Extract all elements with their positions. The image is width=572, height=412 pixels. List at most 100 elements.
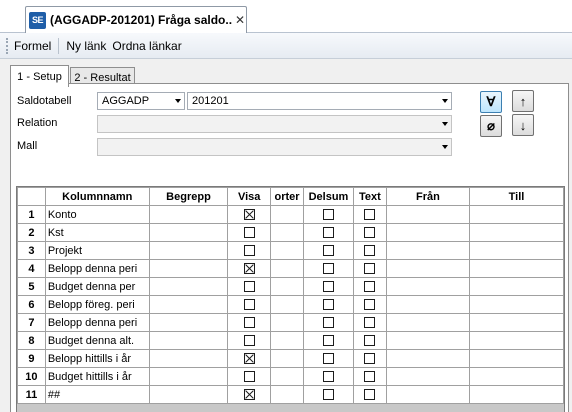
text-checkbox[interactable]	[364, 281, 376, 293]
fran-header[interactable]: Från	[385, 187, 471, 206]
table-row[interactable]: 6 Belopp föreg. peri	[17, 295, 564, 314]
sortering-header[interactable]: orter	[270, 187, 304, 206]
text-checkbox[interactable]	[364, 317, 376, 329]
delsum-checkbox[interactable]	[322, 371, 334, 383]
delsum-checkbox[interactable]	[322, 317, 334, 329]
sortering-cell[interactable]	[270, 331, 304, 350]
delsum-header[interactable]: Delsum	[303, 187, 354, 206]
begrepp-cell[interactable]	[148, 331, 229, 350]
delsum-checkbox[interactable]	[322, 209, 334, 221]
text-header[interactable]: Text	[352, 187, 387, 206]
table-row[interactable]: 2 Kst	[17, 223, 564, 242]
kolumnnamn-cell[interactable]: Konto	[44, 205, 150, 224]
visa-header[interactable]: Visa	[227, 187, 272, 206]
sortering-cell[interactable]	[270, 223, 304, 242]
begrepp-cell[interactable]	[148, 259, 229, 278]
close-icon[interactable]: ✕	[234, 13, 246, 27]
kolumnnamn-cell[interactable]: Kst	[44, 223, 150, 242]
fran-cell[interactable]	[385, 223, 471, 242]
kolumnnamn-cell[interactable]: Budget denna per	[44, 277, 150, 296]
begrepp-cell[interactable]	[148, 205, 229, 224]
text-checkbox[interactable]	[364, 227, 376, 239]
row-number-header[interactable]	[17, 187, 46, 206]
saldotabell-dropdown[interactable]: AGGADP	[97, 92, 185, 110]
sortering-cell[interactable]	[270, 241, 304, 260]
visa-checkbox[interactable]	[243, 389, 255, 401]
till-cell[interactable]	[469, 241, 564, 260]
delsum-checkbox[interactable]	[322, 299, 334, 311]
clear-selection-button[interactable]: ⌀	[480, 115, 502, 137]
sortering-cell[interactable]	[270, 259, 304, 278]
move-down-button[interactable]: ↓	[512, 114, 534, 136]
delsum-checkbox[interactable]	[322, 281, 334, 293]
kolumnnamn-cell[interactable]: Budget denna alt.	[44, 331, 150, 350]
delsum-checkbox[interactable]	[322, 263, 334, 275]
text-checkbox[interactable]	[364, 245, 376, 257]
fran-cell[interactable]	[385, 205, 471, 224]
till-cell[interactable]	[469, 331, 564, 350]
table-row[interactable]: 9 Belopp hittills i år	[17, 349, 564, 368]
till-cell[interactable]	[469, 295, 564, 314]
delsum-checkbox[interactable]	[322, 227, 334, 239]
visa-checkbox[interactable]	[243, 299, 255, 311]
text-checkbox[interactable]	[364, 353, 376, 365]
fran-cell[interactable]	[385, 259, 471, 278]
select-all-button[interactable]: ∀	[480, 91, 502, 113]
delsum-checkbox[interactable]	[322, 389, 334, 401]
fran-cell[interactable]	[385, 331, 471, 350]
kolumnnamn-cell[interactable]: Belopp hittills i år	[44, 349, 150, 368]
till-cell[interactable]	[469, 349, 564, 368]
visa-checkbox[interactable]	[243, 209, 255, 221]
kolumnnamn-cell[interactable]: Belopp denna peri	[44, 313, 150, 332]
till-cell[interactable]	[469, 259, 564, 278]
sortering-cell[interactable]	[270, 349, 304, 368]
begrepp-cell[interactable]	[148, 223, 229, 242]
ny-lank-button[interactable]: Ny länk	[63, 39, 109, 53]
formel-menu[interactable]: Formel	[11, 39, 54, 53]
text-checkbox[interactable]	[364, 209, 376, 221]
relation-dropdown[interactable]	[97, 115, 452, 133]
delsum-checkbox[interactable]	[322, 245, 334, 257]
visa-checkbox[interactable]	[243, 353, 255, 365]
table-row[interactable]: 5 Budget denna per	[17, 277, 564, 296]
till-cell[interactable]	[469, 205, 564, 224]
table-row[interactable]: 7 Belopp denna peri	[17, 313, 564, 332]
fran-cell[interactable]	[385, 367, 471, 386]
text-checkbox[interactable]	[364, 371, 376, 383]
table-row[interactable]: 10 Budget hittills i år	[17, 367, 564, 386]
sortering-cell[interactable]	[270, 205, 304, 224]
kolumnnamn-cell[interactable]: Projekt	[44, 241, 150, 260]
begrepp-cell[interactable]	[148, 367, 229, 386]
till-header[interactable]: Till	[469, 187, 564, 206]
begrepp-cell[interactable]	[148, 313, 229, 332]
table-row[interactable]: 1 Konto	[17, 205, 564, 224]
fran-cell[interactable]	[385, 349, 471, 368]
kolumnnamn-header[interactable]: Kolumnnamn	[44, 187, 150, 206]
begrepp-cell[interactable]	[148, 385, 229, 404]
till-cell[interactable]	[469, 313, 564, 332]
table-row[interactable]: 3 Projekt	[17, 241, 564, 260]
visa-checkbox[interactable]	[243, 245, 255, 257]
begrepp-cell[interactable]	[148, 241, 229, 260]
till-cell[interactable]	[469, 367, 564, 386]
visa-checkbox[interactable]	[243, 335, 255, 347]
kolumnnamn-cell[interactable]: ##	[44, 385, 150, 404]
fran-cell[interactable]	[385, 313, 471, 332]
delsum-checkbox[interactable]	[322, 335, 334, 347]
till-cell[interactable]	[469, 277, 564, 296]
kolumnnamn-cell[interactable]: Belopp denna peri	[44, 259, 150, 278]
table-row[interactable]: 8 Budget denna alt.	[17, 331, 564, 350]
till-cell[interactable]	[469, 223, 564, 242]
sortering-cell[interactable]	[270, 277, 304, 296]
table-row[interactable]: 11 ##	[17, 385, 564, 404]
fran-cell[interactable]	[385, 385, 471, 404]
ordna-lankar-button[interactable]: Ordna länkar	[109, 39, 184, 53]
fran-cell[interactable]	[385, 241, 471, 260]
mall-dropdown[interactable]	[97, 138, 452, 156]
fran-cell[interactable]	[385, 277, 471, 296]
text-checkbox[interactable]	[364, 299, 376, 311]
sortering-cell[interactable]	[270, 385, 304, 404]
kolumnnamn-cell[interactable]: Budget hittills i år	[44, 367, 150, 386]
tab-setup[interactable]: 1 - Setup	[10, 65, 69, 87]
visa-checkbox[interactable]	[243, 263, 255, 275]
